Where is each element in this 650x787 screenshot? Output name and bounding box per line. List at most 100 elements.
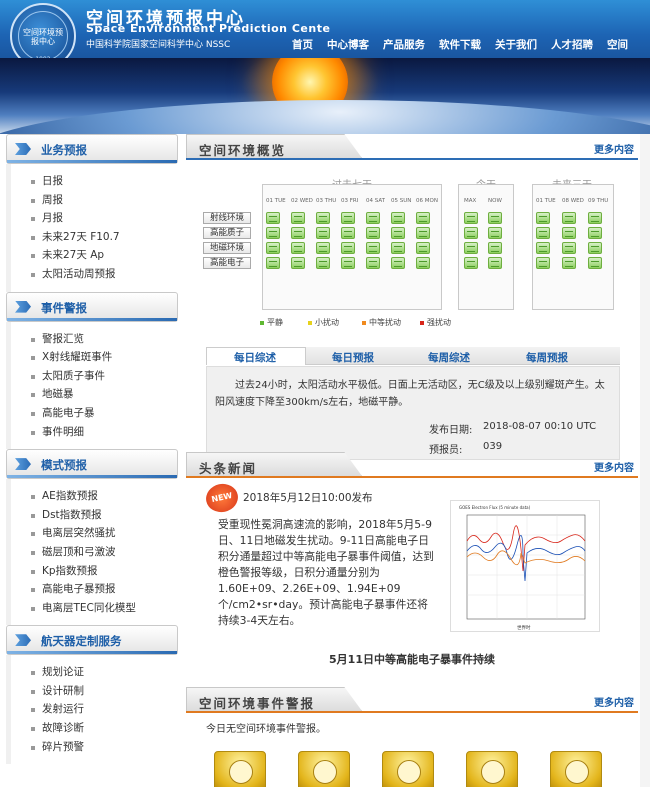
- sidebar-item-kp[interactable]: Kp指数预报: [31, 562, 178, 581]
- proton-alert-icon[interactable]: [298, 751, 350, 787]
- sidebar-item-ae[interactable]: AE指数预报: [31, 487, 178, 506]
- status-cell[interactable]: [588, 212, 602, 224]
- alerts-more-link[interactable]: 更多内容: [594, 694, 634, 709]
- status-cell[interactable]: [416, 257, 430, 269]
- sidebar-header-models[interactable]: 模式预报: [6, 449, 178, 480]
- nav-blog[interactable]: 中心博客: [327, 37, 369, 52]
- status-cell[interactable]: [488, 242, 502, 254]
- electron-flux-plot[interactable]: GOES Electron Flux (5 minute data) 世界时: [450, 500, 600, 632]
- sidebar-item-weekly[interactable]: 周报: [31, 191, 178, 210]
- status-cell[interactable]: [391, 227, 405, 239]
- status-cell[interactable]: [562, 212, 576, 224]
- status-cell[interactable]: [464, 242, 478, 254]
- status-cell[interactable]: [391, 212, 405, 224]
- sidebar-item-dst[interactable]: Dst指数预报: [31, 506, 178, 525]
- sidebar-item-launch[interactable]: 发射运行: [31, 700, 178, 719]
- sidebar-item-planning[interactable]: 规划论证: [31, 663, 178, 682]
- status-cell[interactable]: [391, 242, 405, 254]
- status-cell[interactable]: [341, 212, 355, 224]
- nav-home[interactable]: 首页: [292, 37, 313, 52]
- xray-alert-icon[interactable]: [214, 751, 266, 787]
- news-more-link[interactable]: 更多内容: [594, 459, 634, 474]
- nssc-logo[interactable]: 空间环境预报中心 1992: [10, 3, 76, 58]
- tab-weekly-forecast[interactable]: 每周预报: [526, 350, 568, 365]
- status-cell[interactable]: [588, 257, 602, 269]
- status-cell[interactable]: [266, 257, 280, 269]
- sidebar-item-monthly[interactable]: 月报: [31, 209, 178, 228]
- status-cell[interactable]: [316, 242, 330, 254]
- sidebar-item-geomag[interactable]: 地磁暴: [31, 385, 178, 404]
- status-cell[interactable]: [536, 227, 550, 239]
- page: 空间环境预报中心 1992 空间环境预报中心 Space Environment…: [0, 0, 650, 787]
- electron-alert-icon[interactable]: [466, 751, 518, 787]
- status-cell[interactable]: [416, 212, 430, 224]
- sidebar-item-event-detail[interactable]: 事件明细: [31, 423, 178, 442]
- tab-weekly-summary[interactable]: 每周综述: [428, 350, 470, 365]
- sidebar-item-daily[interactable]: 日报: [31, 172, 178, 191]
- status-cell[interactable]: [341, 242, 355, 254]
- nav-products[interactable]: 产品服务: [383, 37, 425, 52]
- tab-daily-summary[interactable]: 每日综述: [234, 350, 276, 365]
- tab-daily-forecast[interactable]: 每日预报: [332, 350, 374, 365]
- overview-more-link[interactable]: 更多内容: [594, 141, 634, 156]
- status-cell[interactable]: [488, 212, 502, 224]
- status-cell[interactable]: [341, 257, 355, 269]
- nav-space[interactable]: 空间: [607, 37, 628, 52]
- status-cell[interactable]: [266, 227, 280, 239]
- sidebar-item-solar-cycle[interactable]: 太阳活动周预报: [31, 265, 178, 284]
- status-cell[interactable]: [588, 227, 602, 239]
- sidebar-item-electron[interactable]: 高能电子暴: [31, 404, 178, 423]
- status-cell[interactable]: [536, 257, 550, 269]
- sidebar-item-debris[interactable]: 碎片预警: [31, 738, 178, 757]
- sidebar-item-design[interactable]: 设计研制: [31, 682, 178, 701]
- sidebar-item-xray[interactable]: X射线耀斑事件: [31, 348, 178, 367]
- nav-jobs[interactable]: 人才招聘: [551, 37, 593, 52]
- sidebar-item-proton[interactable]: 太阳质子事件: [31, 367, 178, 386]
- news-headline[interactable]: 5月11日中等高能电子暴事件持续: [186, 651, 638, 667]
- status-cell[interactable]: [291, 212, 305, 224]
- nav-downloads[interactable]: 软件下载: [439, 37, 481, 52]
- status-cell[interactable]: [488, 227, 502, 239]
- status-cell[interactable]: [488, 257, 502, 269]
- status-cell[interactable]: [464, 212, 478, 224]
- status-cell[interactable]: [562, 257, 576, 269]
- status-cell[interactable]: [391, 257, 405, 269]
- status-cell[interactable]: [316, 212, 330, 224]
- sidebar-item-ap[interactable]: 未来27天 Ap: [31, 246, 178, 265]
- status-cell[interactable]: [416, 227, 430, 239]
- status-cell[interactable]: [562, 242, 576, 254]
- sidebar-header-spacecraft[interactable]: 航天器定制服务: [6, 625, 178, 656]
- status-cell[interactable]: [366, 257, 380, 269]
- status-cell[interactable]: [291, 242, 305, 254]
- status-cell[interactable]: [266, 212, 280, 224]
- sidebar-item-alert-summary[interactable]: 警报汇览: [31, 330, 178, 349]
- sidebar-header-alerts[interactable]: 事件警报: [6, 291, 178, 322]
- sidebar-item-sid[interactable]: 电离层突然骚扰: [31, 524, 178, 543]
- status-cell[interactable]: [588, 242, 602, 254]
- sidebar-item-f107[interactable]: 未来27天 F10.7: [31, 228, 178, 247]
- status-cell[interactable]: [562, 227, 576, 239]
- status-cell[interactable]: [464, 257, 478, 269]
- sidebar-item-fault[interactable]: 故障诊断: [31, 719, 178, 738]
- sidebar-header-forecast[interactable]: 业务预报: [6, 134, 178, 164]
- sidebar-item-magnetopause[interactable]: 磁层顶和弓激波: [31, 543, 178, 562]
- sidebar-item-tec[interactable]: 电离层TEC同化模型: [31, 599, 178, 618]
- status-cell[interactable]: [416, 242, 430, 254]
- status-cell[interactable]: [366, 212, 380, 224]
- nav-about[interactable]: 关于我们: [495, 37, 537, 52]
- status-cell[interactable]: [366, 242, 380, 254]
- status-cell[interactable]: [316, 227, 330, 239]
- status-cell[interactable]: [536, 212, 550, 224]
- status-cell[interactable]: [316, 257, 330, 269]
- satellite-icon: [481, 760, 505, 784]
- status-cell[interactable]: [341, 227, 355, 239]
- status-cell[interactable]: [291, 257, 305, 269]
- status-cell[interactable]: [291, 227, 305, 239]
- geomag-alert-icon[interactable]: [382, 751, 434, 787]
- magnetosphere-alert-icon[interactable]: [550, 751, 602, 787]
- status-cell[interactable]: [266, 242, 280, 254]
- status-cell[interactable]: [464, 227, 478, 239]
- status-cell[interactable]: [536, 242, 550, 254]
- status-cell[interactable]: [366, 227, 380, 239]
- sidebar-item-electron-forecast[interactable]: 高能电子暴预报: [31, 580, 178, 599]
